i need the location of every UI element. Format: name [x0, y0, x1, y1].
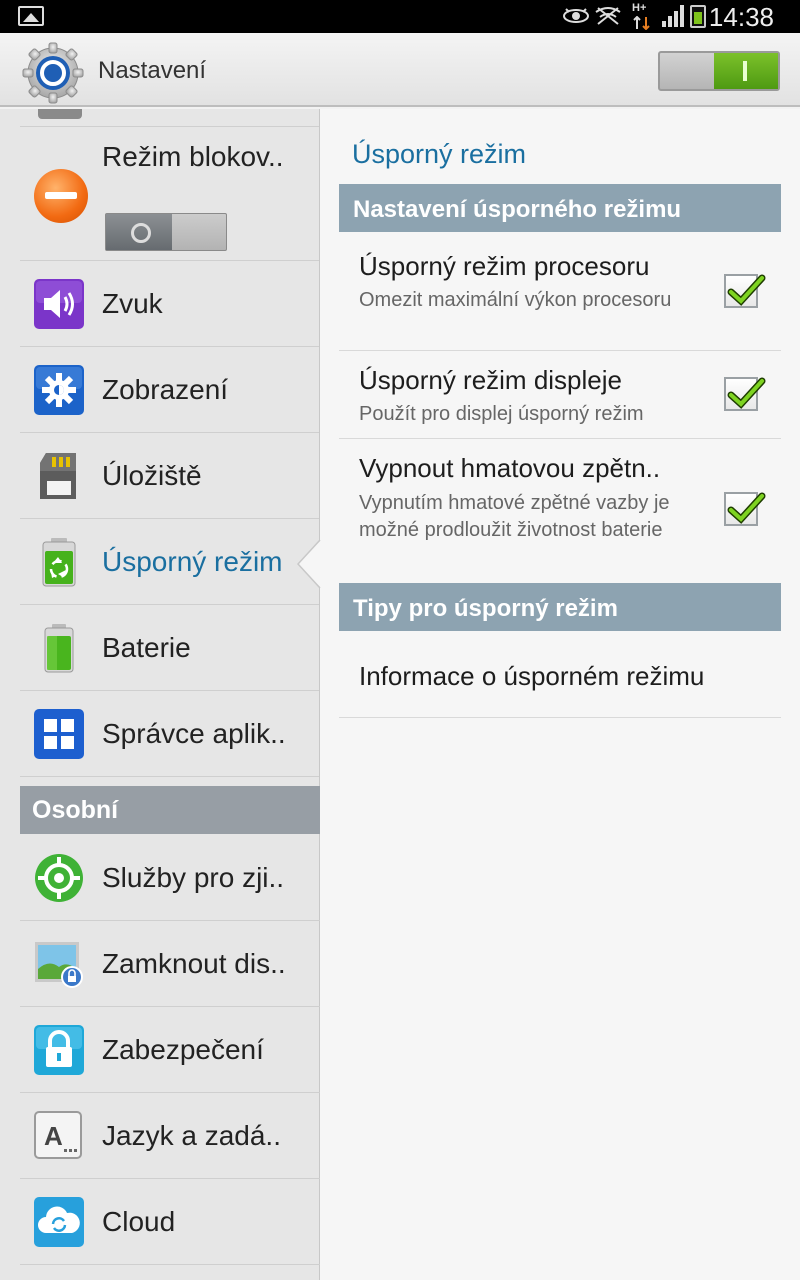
pref-title: Vypnout hmatovou zpětn..: [359, 453, 661, 483]
sidebar-item-battery[interactable]: Baterie: [20, 605, 319, 691]
pref-title: Úsporný režim displeje: [359, 365, 622, 395]
sd-card-icon: [40, 453, 76, 499]
section-header-tips: Tipy pro úsporný režim: [339, 583, 781, 631]
no-signal-icon: [594, 6, 622, 30]
sidebar-item-app-manager[interactable]: Správce aplik..: [20, 691, 319, 777]
padlock-icon: [34, 1025, 84, 1075]
sidebar-item-label: Zabezpečení: [102, 1034, 264, 1065]
sidebar-item-lock-screen[interactable]: Zamknout dis..: [20, 921, 320, 1007]
pref-info-link[interactable]: Informace o úsporném režimu: [339, 631, 781, 718]
keyboard-a-icon: A: [34, 1111, 82, 1159]
speaker-icon: [34, 279, 84, 329]
sidebar-item-label: Správce aplik..: [102, 718, 286, 749]
svg-text:A: A: [44, 1121, 63, 1151]
eye-icon: [562, 6, 590, 30]
recycle-battery-icon: [42, 538, 76, 587]
display-power-saving-checkbox[interactable]: [724, 377, 766, 411]
selection-pointer: [297, 540, 321, 588]
info-link-title: Informace o úsporném režimu: [359, 661, 705, 691]
sidebar-item-cloud[interactable]: Cloud: [20, 1179, 320, 1265]
sidebar-item-label: Zobrazení: [102, 374, 229, 405]
cloud-sync-icon: [34, 1197, 84, 1247]
sidebar-item-storage[interactable]: Úložiště: [20, 433, 319, 519]
detail-title: Úsporný režim: [352, 139, 527, 169]
cpu-power-saving-checkbox[interactable]: [724, 274, 766, 308]
sidebar-item-blocking-mode[interactable]: Režim blokov..: [20, 127, 319, 261]
pref-haptic-feedback-off[interactable]: Vypnout hmatovou zpětn.. Vypnutím hmatov…: [339, 439, 781, 583]
network-type-label: H+: [632, 2, 647, 14]
pref-display-power-saving[interactable]: Úsporný režim displeje Použít pro disple…: [339, 351, 781, 439]
action-bar: Nastavení: [0, 33, 800, 107]
battery-status-icon: [690, 5, 706, 28]
clock: 14:38: [708, 2, 774, 32]
pref-title: Úsporný režim procesoru: [359, 251, 650, 281]
detail-pane: Úsporný režim Nastavení úsporného režimu…: [320, 109, 800, 1280]
sidebar-item-label: Režim blokov..: [102, 141, 284, 172]
pref-summary: Omezit maximální výkon procesoru: [359, 289, 672, 311]
status-bar: H+ 14:38: [0, 0, 800, 33]
sidebar-item-sound[interactable]: Zvuk: [20, 261, 319, 347]
master-switch[interactable]: [658, 51, 780, 91]
sidebar-item-label: Zamknout dis..: [102, 948, 286, 979]
lock-screen-icon: [35, 942, 83, 988]
sidebar-item-label: Úsporný režim: [102, 546, 283, 577]
section-header-power-saving-settings: Nastavení úsporného režimu: [339, 184, 781, 232]
location-icon: [35, 854, 83, 902]
scrolled-item-stub: [20, 109, 319, 127]
sidebar-item-label: Jazyk a zadá..: [102, 1120, 281, 1151]
pref-summary: Použít pro displej úsporný režim: [359, 403, 644, 425]
sidebar-item-power-saving[interactable]: Úsporný režim: [20, 519, 319, 605]
section-header-personal: Osobní: [20, 786, 320, 834]
block-icon: [34, 169, 88, 223]
gear-icon[interactable]: [22, 42, 84, 104]
sidebar-item-label: Baterie: [102, 632, 191, 663]
picture-icon: [18, 6, 44, 26]
blocking-mode-toggle[interactable]: [105, 213, 227, 251]
sidebar-item-display[interactable]: Zobrazení: [20, 347, 319, 433]
apps-grid-icon: [34, 709, 84, 759]
sidebar-item-label: Zvuk: [102, 288, 163, 319]
sidebar-item-label: Úložiště: [102, 460, 202, 491]
pref-summary: Vypnutím hmatové zpětné vazby je možné p…: [359, 492, 670, 541]
signal-icon: [662, 5, 686, 27]
haptic-feedback-checkbox[interactable]: [724, 492, 766, 526]
battery-icon: [44, 624, 74, 673]
data-arrows-icon: H+: [632, 2, 652, 34]
sidebar-item-label: Služby pro zji..: [102, 862, 285, 893]
sidebar-item-language-input[interactable]: A Jazyk a zadá..: [20, 1093, 320, 1179]
sidebar-item-location[interactable]: Služby pro zji..: [20, 835, 320, 921]
app-title: Nastavení: [98, 57, 207, 84]
pref-cpu-power-saving[interactable]: Úsporný režim procesoru Omezit maximální…: [339, 232, 781, 351]
sidebar-item-label: Cloud: [102, 1206, 176, 1237]
display-gear-icon: [34, 365, 84, 415]
sidebar-item-security[interactable]: Zabezpečení: [20, 1007, 320, 1093]
